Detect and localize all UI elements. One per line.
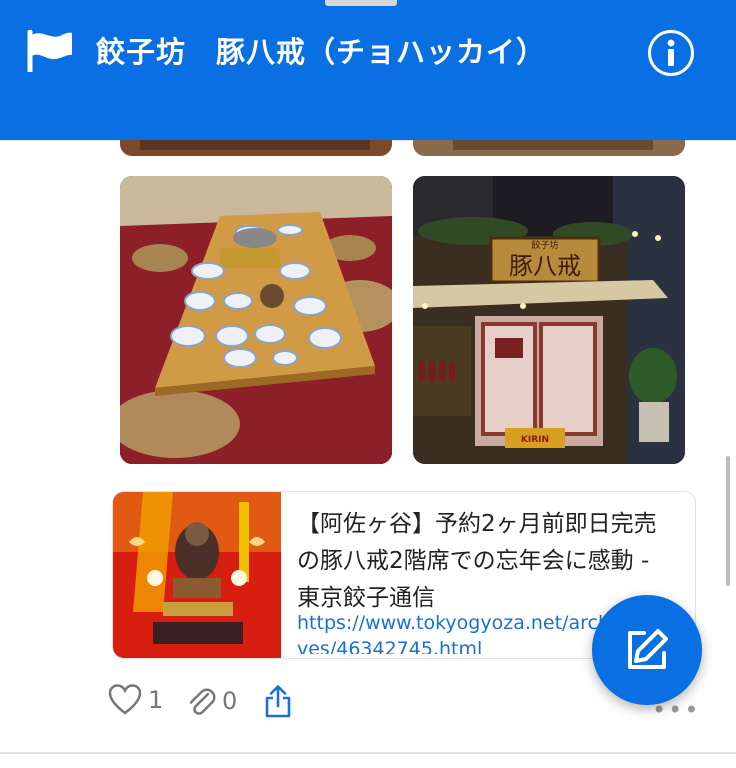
like-button[interactable]: 1 (108, 684, 163, 716)
photo-top-right-partial[interactable] (413, 140, 685, 156)
shrine-thumbnail (113, 492, 281, 658)
info-icon (667, 39, 675, 66)
page-title: 餃子坊 豚八戒（チョハッカイ） (96, 35, 547, 69)
like-count: 1 (148, 686, 164, 714)
scrollbar[interactable] (726, 456, 730, 586)
attachment-count: 0 (222, 687, 238, 715)
share-button[interactable] (264, 684, 292, 718)
flag-icon (27, 30, 72, 72)
heart-icon (108, 684, 142, 715)
share-icon (265, 685, 291, 718)
compose-button[interactable] (592, 595, 702, 705)
sign-text: 豚八戒 (509, 252, 581, 280)
photo-restaurant-exterior[interactable]: 餃子坊 豚八戒 KIRIN (413, 176, 685, 464)
photo-top-left-partial[interactable] (120, 140, 392, 156)
app-header: 餃子坊 豚八戒（チョハッカイ） (0, 0, 736, 140)
photo-dining-table[interactable] (120, 176, 392, 464)
attachment-button[interactable]: 0 (186, 684, 237, 718)
paperclip-icon (189, 688, 216, 715)
info-button[interactable] (648, 30, 694, 76)
link-url[interactable]: https://www.tokyogyoza.net/archives/4634… (297, 610, 617, 654)
link-title: 【阿佐ヶ谷】予約2ヶ月前即日完売の豚八戒2階席での忘年会に感動 - 東京餃子通信 (297, 511, 657, 611)
divider (0, 752, 736, 754)
edit-icon (628, 629, 668, 669)
lantern-text: KIRIN (521, 435, 549, 445)
drag-handle[interactable] (325, 0, 397, 6)
sign-small-text: 餃子坊 (531, 239, 558, 251)
